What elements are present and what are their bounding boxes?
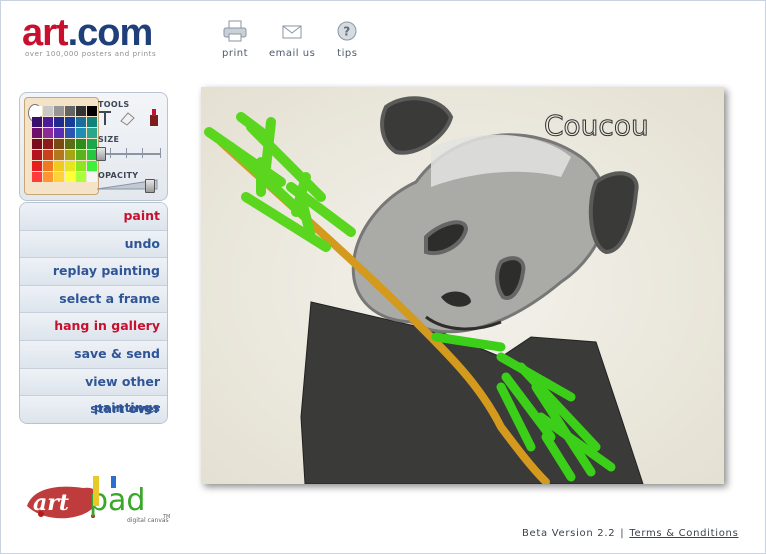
color-swatch[interactable] [76,161,86,171]
color-swatch[interactable] [32,139,42,149]
color-swatch[interactable] [54,139,64,149]
color-swatch[interactable] [43,128,53,138]
menu-item-undo[interactable]: undo [20,230,167,259]
size-label: SIZE [98,135,120,144]
color-swatch[interactable] [65,172,75,182]
menu-item-paint[interactable]: paint [20,203,167,231]
version-text: Beta Version 2.2 [522,528,616,539]
color-swatch[interactable] [65,128,75,138]
email-us-button[interactable]: email us [269,20,315,59]
artcom-logo[interactable]: art.com over 100,000 posters and prints [22,14,156,58]
artpad-tm: TM [162,514,170,520]
logo-art: art [22,12,69,54]
svg-text:?: ? [344,25,351,39]
menu-item-view-other-paintings[interactable]: view other paintings [20,368,167,415]
tools-label: TOOLS [98,100,130,109]
menu-item-start-over[interactable]: start over [20,396,167,423]
envelope-icon [282,25,302,39]
menu-item-select-a-frame[interactable]: select a frame [20,285,167,314]
menu-item-save-send[interactable]: save & send [20,340,167,369]
question-icon: ? [337,21,357,41]
color-swatch[interactable] [76,150,86,160]
top-toolbar: print email us ? tips [222,20,379,59]
color-swatch[interactable] [43,150,53,160]
color-swatch[interactable] [65,150,75,160]
paint-tube-icon[interactable] [147,107,161,127]
color-swatch[interactable] [87,172,97,182]
color-swatch[interactable] [43,117,53,127]
color-swatch[interactable] [32,106,42,116]
canvas-handwritten-text: Coucou [544,109,649,142]
color-swatch[interactable] [43,172,53,182]
text-tool-icon[interactable] [98,110,112,126]
terms-link[interactable]: Terms & Conditions [629,528,738,539]
logo-com: com [77,12,153,54]
color-swatch[interactable] [76,117,86,127]
footer: Beta Version 2.2 | Terms & Conditions [522,528,739,539]
action-menu: paint undo replay painting select a frame ha… [19,202,168,424]
panda-painting: Coucou [201,87,724,484]
color-swatch[interactable] [32,172,42,182]
printer-icon [223,20,247,42]
menu-item-replay-painting[interactable]: replay painting [20,258,167,286]
artpad-art-text: art [33,490,69,516]
tools-panel: TOOLS SIZE OPACITY [19,92,168,201]
eraser-icon[interactable] [118,110,136,126]
color-swatch[interactable] [54,161,64,171]
email-us-label: email us [269,48,316,59]
tips-button[interactable]: ? tips [336,20,358,59]
color-swatch[interactable] [65,161,75,171]
color-swatch[interactable] [54,117,64,127]
painting-canvas[interactable]: Coucou [201,87,724,484]
color-swatch[interactable] [32,128,42,138]
color-swatch[interactable] [76,139,86,149]
print-label: print [222,48,248,59]
color-swatch[interactable] [54,150,64,160]
color-swatch[interactable] [87,117,97,127]
footer-separator: | [620,528,625,539]
color-swatch[interactable] [43,161,53,171]
color-swatch[interactable] [87,106,97,116]
color-swatches [32,106,97,182]
size-slider-thumb[interactable] [96,147,106,161]
color-swatch[interactable] [76,172,86,182]
menu-item-hang-in-gallery[interactable]: hang in gallery [20,313,167,341]
color-swatch[interactable] [32,150,42,160]
artpad-logo-graphic: art pad digital canvas TM [27,476,170,524]
opacity-slider-thumb[interactable] [145,179,155,193]
color-swatch[interactable] [87,128,97,138]
logo-dot: . [67,12,79,54]
color-swatch[interactable] [65,139,75,149]
logo-tagline: over 100,000 posters and prints [25,50,157,58]
color-swatch[interactable] [32,161,42,171]
color-swatch[interactable] [43,106,53,116]
color-palette [24,97,99,195]
color-swatch[interactable] [54,106,64,116]
color-swatch[interactable] [76,106,86,116]
print-button[interactable]: print [222,20,248,59]
logo-wordmark: art.com [22,14,156,52]
color-swatch[interactable] [32,117,42,127]
tips-label: tips [337,48,358,59]
color-swatch[interactable] [65,117,75,127]
artpad-logo[interactable]: art pad digital canvas TM [23,466,183,530]
color-swatch[interactable] [54,172,64,182]
color-swatch[interactable] [76,128,86,138]
color-swatch[interactable] [65,106,75,116]
color-swatch[interactable] [54,128,64,138]
color-swatch[interactable] [87,161,97,171]
color-swatch[interactable] [43,139,53,149]
